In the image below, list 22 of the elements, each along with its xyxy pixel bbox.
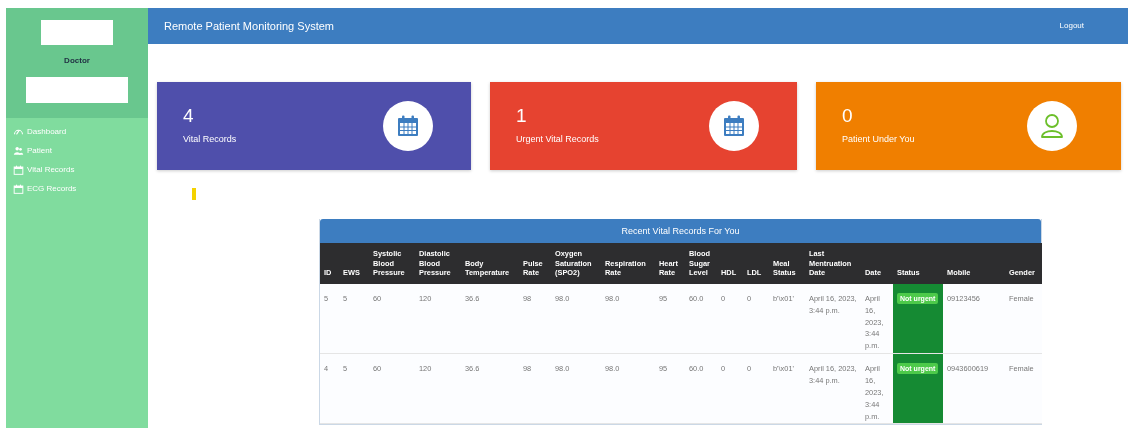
calendar-icon — [13, 183, 24, 194]
app-title: Remote Patient Monitoring System — [164, 18, 334, 34]
table-title: Recent Vital Records For You — [320, 219, 1041, 243]
calendar-icon — [722, 114, 746, 138]
calendar-icon — [13, 164, 24, 175]
stat-label: Patient Under You — [842, 132, 915, 146]
stat-label: Vital Records — [183, 132, 237, 146]
marker — [192, 188, 196, 200]
user-role: Doctor — [64, 55, 90, 67]
calendar-icon — [396, 114, 420, 138]
sidebar-item[interactable]: ECG Records — [6, 179, 148, 198]
sidebar-item[interactable]: Vital Records — [6, 160, 148, 179]
users-icon — [13, 145, 24, 156]
sidebar-item[interactable]: Patient — [6, 141, 148, 160]
stat-count: 1 — [516, 105, 528, 125]
blank-block — [41, 20, 113, 45]
stat-label: Urgent Vital Records — [516, 132, 599, 146]
user-icon — [1040, 113, 1064, 139]
sidebar-item[interactable]: Dashboard — [6, 122, 148, 141]
stat-count: 4 — [183, 105, 195, 125]
logout-link[interactable]: Logout — [1059, 20, 1084, 32]
stat-count: 0 — [842, 105, 854, 125]
